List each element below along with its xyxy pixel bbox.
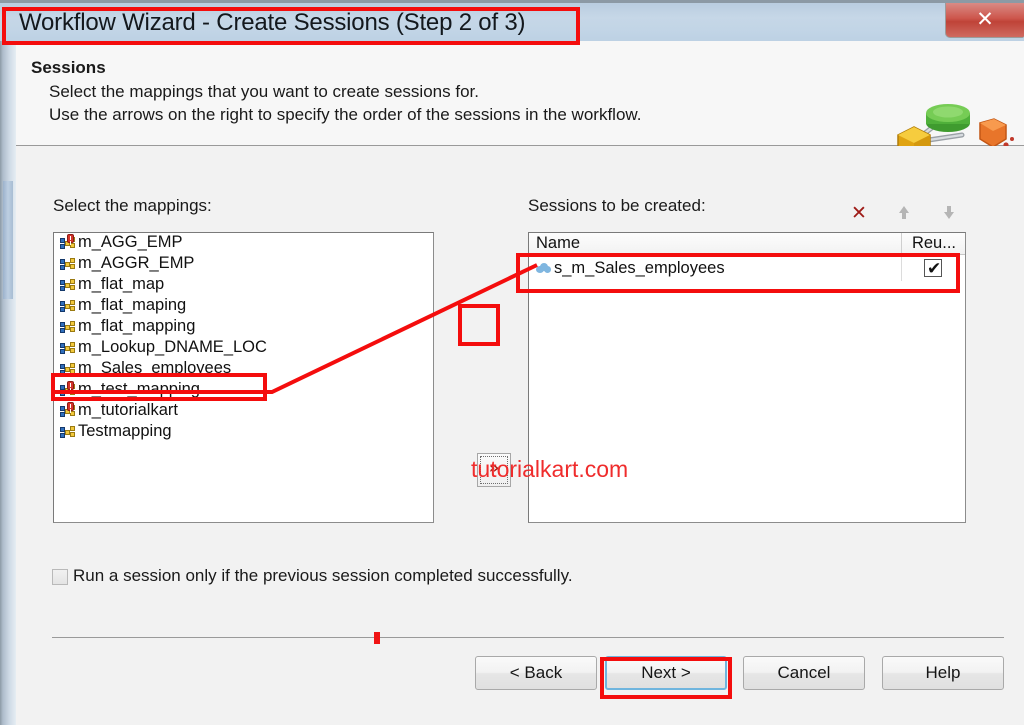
mapping-name: m_AGGR_EMP <box>78 254 195 272</box>
arrow-up-icon <box>899 206 909 213</box>
window-title: Workflow Wizard - Create Sessions (Step … <box>19 9 526 36</box>
list-item[interactable]: m_AGGR_EMP <box>54 254 433 275</box>
title-bar: Workflow Wizard - Create Sessions (Step … <box>0 0 1024 41</box>
wizard-window: Workflow Wizard - Create Sessions (Step … <box>0 0 1024 725</box>
sessions-table-header: Name Reu... <box>529 233 965 255</box>
mapping-name: m_tutorialkart <box>78 401 178 419</box>
mapping-icon <box>60 320 75 334</box>
arrow-up-stem <box>902 213 906 219</box>
move-up-button[interactable] <box>891 201 917 225</box>
header-description-line-1: Select the mappings that you want to cre… <box>49 82 479 101</box>
back-button[interactable]: < Back <box>475 656 597 690</box>
scrollbar-thumb[interactable] <box>3 181 13 299</box>
move-down-button[interactable] <box>936 201 962 225</box>
run-if-previous-label: Run a session only if the previous sessi… <box>73 566 573 585</box>
window-scrollbar[interactable] <box>0 41 16 725</box>
list-item[interactable]: m_Lookup_DNAME_LOC <box>54 338 433 359</box>
mapping-name: m_flat_map <box>78 275 165 293</box>
run-if-previous-checkbox[interactable] <box>52 569 68 585</box>
list-item[interactable]: m_Sales_employees <box>54 359 433 380</box>
column-divider <box>901 233 902 254</box>
footer-separator <box>52 637 1004 638</box>
mapping-icon <box>60 425 75 439</box>
wizard-header: Sessions Select the mappings that you wa… <box>16 41 1024 176</box>
mapping-invalid-icon <box>60 401 75 418</box>
close-button[interactable]: ✕ <box>945 3 1024 38</box>
list-item[interactable]: m_flat_maping <box>54 296 433 317</box>
session-icon <box>536 262 551 274</box>
arrow-down-icon <box>944 212 954 219</box>
list-item[interactable]: m_AGG_EMP <box>54 233 433 254</box>
list-item[interactable]: m_test_mapping <box>54 380 433 401</box>
mapping-icon <box>60 278 75 292</box>
mapping-name: m_flat_maping <box>78 296 187 314</box>
next-button[interactable]: Next > <box>605 656 727 690</box>
list-item[interactable]: m_flat_mapping <box>54 317 433 338</box>
wizard-content: Select the mappings: m_AGG_EMP m_AGGR_EMP… <box>16 146 1024 725</box>
watermark: tutorialkart.com <box>471 456 629 482</box>
mapping-name: m_test_mapping <box>78 380 200 398</box>
mapping-name: m_AGG_EMP <box>78 233 183 251</box>
list-item[interactable]: m_tutorialkart <box>54 401 433 422</box>
mappings-label: Select the mappings: <box>53 196 212 215</box>
separator-red-mark <box>374 632 380 644</box>
mapping-invalid-icon <box>60 380 75 397</box>
column-header-reuse: Reu... <box>911 234 956 252</box>
mapping-name: m_Lookup_DNAME_LOC <box>78 338 267 356</box>
mapping-name: m_flat_mapping <box>78 317 196 335</box>
delete-session-button[interactable]: ✕ <box>846 201 872 225</box>
mappings-listbox[interactable]: m_AGG_EMP m_AGGR_EMP m_flat_map m_flat_mapi… <box>53 232 434 523</box>
checkmark-icon: ✔ <box>927 259 942 279</box>
mapping-icon <box>60 257 75 271</box>
header-description-line-2: Use the arrows on the right to specify t… <box>49 105 642 124</box>
help-button[interactable]: Help <box>882 656 1004 690</box>
mapping-invalid-icon <box>60 233 75 250</box>
reuse-checkbox[interactable]: ✔ <box>924 259 942 279</box>
list-item[interactable]: Testmapping <box>54 422 433 443</box>
table-row[interactable]: s_m_Sales_employees ✔ <box>529 255 965 281</box>
mapping-icon <box>60 362 75 376</box>
mapping-name: m_Sales_employees <box>78 359 232 377</box>
session-name: s_m_Sales_employees <box>554 259 725 277</box>
close-icon: ✕ <box>976 8 994 31</box>
header-title: Sessions <box>31 58 106 77</box>
mapping-icon <box>60 341 75 355</box>
row-divider <box>901 255 902 281</box>
column-header-name: Name <box>536 234 581 252</box>
delete-x-icon: ✕ <box>851 202 867 224</box>
cancel-button[interactable]: Cancel <box>743 656 865 690</box>
sessions-label: Sessions to be created: <box>528 196 706 215</box>
list-item[interactable]: m_flat_map <box>54 275 433 296</box>
mapping-icon <box>60 299 75 313</box>
mapping-name: Testmapping <box>78 422 172 440</box>
